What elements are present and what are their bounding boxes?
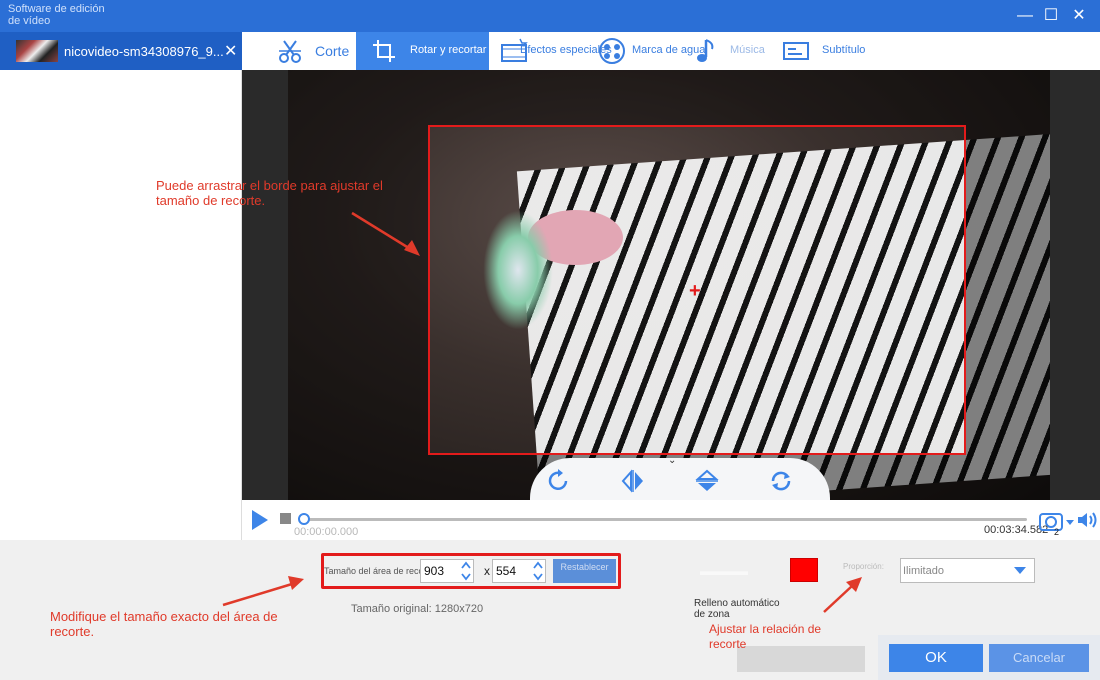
progress-track[interactable] — [302, 518, 1027, 521]
annotation-arrow-icon — [222, 576, 304, 607]
snapshot-count-badge: 2 — [1054, 527, 1060, 537]
current-time: 00:00:00.000 — [294, 526, 359, 538]
ratio-label: Proporción: — [843, 562, 884, 571]
crop-center-crosshair[interactable]: + — [689, 280, 701, 303]
volume-icon[interactable] — [1076, 510, 1098, 530]
fill-color-label: ▬▬▬▬ — [700, 564, 748, 578]
minimize-button[interactable]: — — [1016, 7, 1034, 25]
music-icon — [697, 39, 714, 62]
playback-bar: 00:00:00.000 00:03:34.582 2 — [242, 500, 1100, 540]
tab-subtitulo[interactable]: Subtítulo — [782, 32, 882, 70]
crop-size-group: Tamaño del área de recorte: x Restablece… — [321, 553, 621, 589]
original-size: Tamaño original: 1280x720 — [351, 603, 484, 615]
media-list-panel — [0, 70, 242, 540]
crop-icon — [373, 40, 395, 62]
edit-toolbar: Corte Rotar y recortar Efectos especiale… — [242, 32, 1100, 70]
ratio-value: Ilimitado — [903, 565, 944, 577]
reset-button[interactable]: Restablecer — [553, 559, 616, 583]
annotation-drag-border: Puede arrastrar el borde para ajustar el… — [156, 178, 383, 208]
tab-rotar-recortar[interactable]: Rotar y recortar — [356, 32, 489, 70]
video-thumbnail — [16, 40, 58, 62]
rotate-flip-bar: ⌄ — [530, 455, 830, 500]
aspect-ratio-select[interactable]: Ilimitado — [900, 558, 1035, 583]
flip-vertical-icon[interactable] — [694, 468, 720, 494]
crop-mask-right — [966, 70, 1050, 500]
cancel-button[interactable]: Cancelar — [989, 644, 1089, 672]
file-name: nicovideo-sm34308976_9... — [64, 44, 224, 59]
size-separator: x — [484, 564, 490, 578]
height-stepper-icon[interactable] — [532, 560, 544, 582]
tab-marca-agua[interactable]: Marca de agua — [596, 32, 705, 70]
scissors-icon — [279, 40, 301, 63]
ok-button[interactable]: OK — [889, 644, 983, 672]
tab-label-rotar: Rotar y recortar — [410, 44, 487, 56]
tab-label-corte: Corte — [315, 43, 350, 59]
width-stepper-icon[interactable] — [460, 560, 472, 582]
subtitle-icon — [783, 42, 809, 60]
flip-horizontal-icon[interactable] — [620, 468, 646, 494]
annotation-arrow-icon — [351, 211, 420, 256]
app-title: Software de edición de vídeo — [8, 3, 105, 27]
crop-mask-top — [428, 70, 966, 125]
crop-mask-left — [288, 70, 428, 500]
fill-color-swatch[interactable] — [790, 558, 818, 582]
chevron-down-icon — [1014, 567, 1026, 574]
rotate-clockwise-icon[interactable] — [546, 468, 572, 494]
title-bar: Software de edición de vídeo — ☐ ✕ — [0, 0, 1100, 32]
annotation-arrow-icon — [823, 577, 862, 613]
stop-icon[interactable] — [280, 513, 291, 524]
chevron-down-icon[interactable]: ⌄ — [668, 455, 676, 466]
close-window-button[interactable]: ✕ — [1070, 7, 1088, 25]
play-icon[interactable] — [250, 509, 270, 531]
annotation-adjust-ratio: Ajustar la relación de recorte — [709, 622, 822, 651]
video-preview: + ⌄ — [242, 70, 1100, 500]
tab-label-subtitulo: Subtítulo — [822, 44, 866, 56]
reset-rotation-icon[interactable] — [768, 468, 794, 494]
tab-label-musica: Música — [730, 44, 765, 56]
file-tab[interactable]: nicovideo-sm34308976_9... ✕ — [0, 32, 242, 70]
tab-corte[interactable]: Corte — [270, 32, 360, 70]
tab-musica[interactable]: Música — [692, 32, 782, 70]
tab-efectos[interactable]: Efectos especiales — [500, 32, 612, 70]
close-file-icon[interactable]: ✕ — [224, 41, 237, 61]
annotation-modify-size: Modifique el tamaño exacto del área de r… — [50, 609, 278, 639]
maximize-button[interactable]: ☐ — [1042, 7, 1060, 25]
auto-fill-label: Relleno automático de zona — [694, 598, 780, 620]
watermark-icon — [599, 38, 625, 64]
progress-handle[interactable] — [298, 513, 310, 525]
